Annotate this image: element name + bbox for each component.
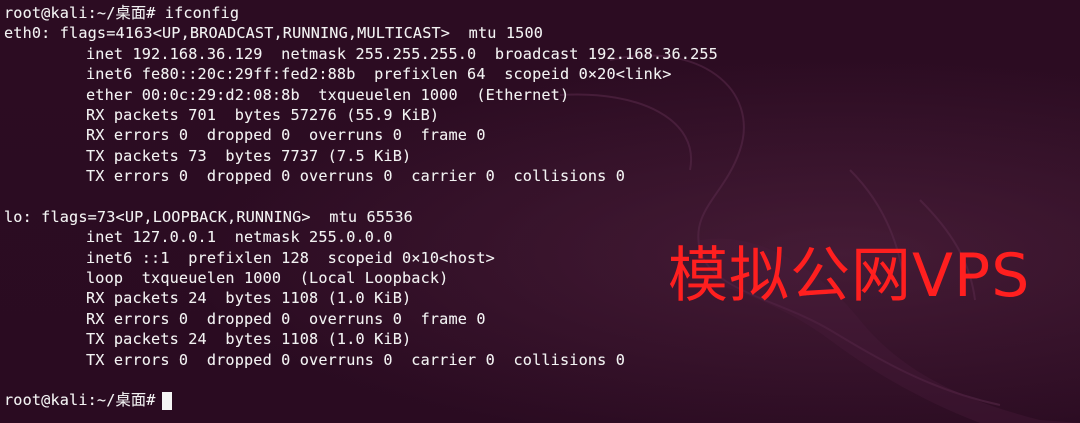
lo-inet6-line: inet6 ::1 prefixlen 128 scopeid 0×10<hos… bbox=[86, 248, 495, 267]
lo-rx-packets-line: RX packets 24 bytes 1108 (1.0 KiB) bbox=[86, 289, 412, 308]
eth0-inet-line: inet 192.168.36.129 netmask 255.255.255.… bbox=[86, 44, 718, 63]
eth0-tx-packets-line: TX packets 73 bytes 7737 (7.5 KiB) bbox=[86, 146, 412, 165]
watermark-label: 模拟公网VPS bbox=[668, 241, 1031, 311]
eth0-rx-errors-line: RX errors 0 dropped 0 overruns 0 frame 0 bbox=[86, 126, 486, 145]
lo-loop-line: loop txqueuelen 1000 (Local Loopback) bbox=[86, 269, 449, 288]
lo-tx-packets-line: TX packets 24 bytes 1108 (1.0 KiB) bbox=[86, 330, 412, 349]
eth0-tx-errors-line: TX errors 0 dropped 0 overruns 0 carrier… bbox=[86, 167, 626, 186]
text-cursor[interactable] bbox=[161, 391, 172, 410]
lo-tx-errors-line: TX errors 0 dropped 0 overruns 0 carrier… bbox=[86, 350, 626, 369]
eth0-inet6-line: inet6 fe80::20c:29ff:fed2:88b prefixlen … bbox=[86, 65, 672, 84]
terminal-window[interactable]: root@kali:~/桌面# ifconfig eth0: flags=416… bbox=[0, 0, 1080, 423]
eth0-rx-packets-line: RX packets 701 bytes 57276 (55.9 KiB) bbox=[86, 105, 440, 124]
final-prompt: root@kali:~/桌面# bbox=[4, 391, 156, 410]
terminal-output: root@kali:~/桌面# ifconfig eth0: flags=416… bbox=[4, 3, 718, 411]
eth0-header: eth0: flags=4163<UP,BROADCAST,RUNNING,MU… bbox=[4, 24, 544, 43]
lo-inet-line: inet 127.0.0.1 netmask 255.0.0.0 bbox=[86, 228, 393, 247]
lo-rx-errors-line: RX errors 0 dropped 0 overruns 0 frame 0 bbox=[86, 309, 486, 328]
command-prompt-line: root@kali:~/桌面# ifconfig bbox=[4, 4, 240, 22]
active-prompt-line[interactable]: root@kali:~/桌面# bbox=[4, 390, 718, 410]
eth0-ether-line: ether 00:0c:29:d2:08:8b txqueuelen 1000 … bbox=[86, 85, 570, 104]
lo-header: lo: flags=73<UP,LOOPBACK,RUNNING> mtu 65… bbox=[4, 207, 413, 226]
